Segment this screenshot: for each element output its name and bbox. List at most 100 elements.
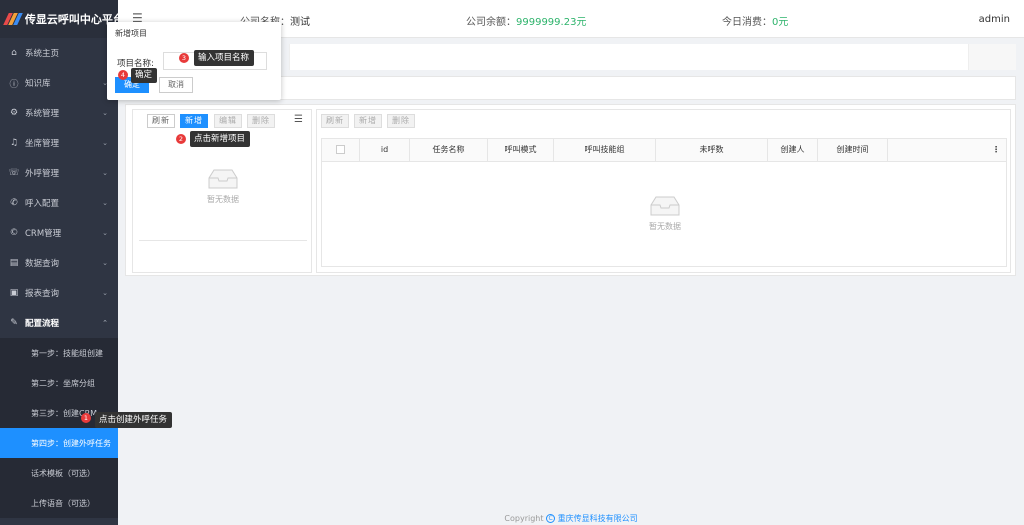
spend-label: 今日消费：	[722, 17, 772, 28]
column-menu-icon[interactable]: ⋮	[888, 139, 1006, 161]
sidebar-subitem-script-template[interactable]: 话术模板（可选）	[0, 458, 118, 488]
sidebar-item-label: CRM管理	[25, 229, 62, 239]
sidebar-item-outbound[interactable]: ☏ 外呼管理 ⌄	[0, 158, 118, 188]
company-name-value: 测试	[290, 17, 310, 28]
list-indent-icon[interactable]: ☰	[294, 114, 303, 125]
task-table-body: 暂无数据	[321, 161, 1007, 267]
chevron-down-icon: ⌄	[102, 139, 108, 147]
spend-value: 0元	[772, 17, 789, 28]
chevron-down-icon: ⌄	[102, 199, 108, 207]
sidebar-item-label: 坐席管理	[25, 139, 60, 149]
sidebar-item-label: 外呼管理	[25, 169, 60, 179]
company-balance: 公司余额：9999999.23元	[466, 13, 586, 28]
column-header[interactable]: 任务名称	[410, 139, 488, 161]
task-empty: 暂无数据	[635, 195, 695, 232]
sidebar-subitem-step4[interactable]: 第四步：创建外呼任务	[0, 428, 118, 458]
phone-out-icon: ☏	[8, 168, 20, 178]
sidebar-subitem-step1[interactable]: 第一步：技能组创建	[0, 338, 118, 368]
task-add-button[interactable]: 新增	[354, 114, 382, 128]
balance-label: 公司余额：	[466, 17, 516, 28]
sidebar-subitem-step2[interactable]: 第二步：坐席分组	[0, 368, 118, 398]
step-badge-1: 1	[81, 413, 91, 423]
project-empty: 暂无数据	[193, 168, 253, 205]
gear-icon: ⚙	[9, 108, 19, 118]
report-icon: ▣	[9, 288, 19, 298]
footer: Copyright C 重庆传显科技有限公司	[118, 513, 1024, 524]
callout-step-1: 点击创建外呼任务	[95, 412, 173, 428]
sidebar-item-home[interactable]: ⌂ 系统主页	[0, 38, 118, 68]
step-badge-4: 4	[118, 70, 128, 80]
home-icon: ⌂	[11, 48, 17, 58]
task-delete-button[interactable]: 删除	[387, 114, 415, 128]
project-delete-button[interactable]: 删除	[247, 114, 275, 128]
today-spend: 今日消费：0元	[722, 13, 788, 28]
panel-divider	[139, 240, 307, 241]
config-flow-submenu: 第一步：技能组创建 第二步：坐席分组 第三步：创建CRM 第四步：创建外呼任务 …	[0, 338, 118, 518]
sidebar-item-label: 系统管理	[25, 109, 60, 119]
sidebar-item-system[interactable]: ⚙ 系统管理 ⌄	[0, 98, 118, 128]
task-table-header: id 任务名称 呼叫模式 呼叫技能组 未呼数 创建人 创建时间 ⋮	[321, 138, 1007, 162]
footer-company-link[interactable]: 重庆传显科技有限公司	[558, 514, 638, 523]
logo-icon	[3, 13, 23, 25]
column-header[interactable]: 呼叫模式	[488, 139, 554, 161]
copyright-icon: C	[546, 514, 556, 523]
popup-title: 新增项目	[115, 29, 147, 38]
sidebar: 传显云呼叫中心平台 ⌂ 系统主页 ⓘ 知识库 ⌄ ⚙ 系统管理 ⌄ ♫ 坐席管理…	[0, 0, 118, 525]
copyright-text: Copyright	[504, 514, 544, 523]
project-empty-text: 暂无数据	[207, 195, 239, 204]
sidebar-item-data-query[interactable]: ▤ 数据查询 ⌄	[0, 248, 118, 278]
callout-step-3: 输入项目名称	[194, 50, 255, 66]
sidebar-item-label: 系统主页	[25, 49, 60, 59]
empty-inbox-icon	[649, 195, 681, 216]
headset-icon: ♫	[9, 138, 19, 148]
sidebar-item-report[interactable]: ▣ 报表查询 ⌄	[0, 278, 118, 308]
chevron-down-icon: ⌄	[102, 109, 108, 117]
chevron-down-icon: ⌄	[102, 259, 108, 267]
column-header[interactable]: 呼叫技能组	[554, 139, 656, 161]
task-panel: 刷新 新增 删除 id 任务名称 呼叫模式 呼叫技能组 未呼数 创建人 创建时间…	[316, 109, 1011, 273]
popup-cancel-button[interactable]: 取消	[159, 77, 193, 93]
sidebar-item-knowledge[interactable]: ⓘ 知识库 ⌄	[0, 68, 118, 98]
sidebar-item-inbound[interactable]: ✆ 呼入配置 ⌄	[0, 188, 118, 218]
project-edit-button[interactable]: 编辑	[214, 114, 242, 128]
chevron-up-icon: ⌃	[102, 319, 108, 327]
sidebar-item-label: 呼入配置	[25, 199, 60, 209]
sidebar-item-label: 数据查询	[25, 259, 60, 269]
empty-inbox-icon	[207, 168, 239, 189]
sidebar-item-label: 报表查询	[25, 289, 60, 299]
sidebar-item-label: 知识库	[25, 79, 51, 89]
select-all-cell	[322, 139, 360, 161]
wrench-icon: ✎	[10, 318, 18, 328]
tabs-scroll-right[interactable]	[968, 44, 1016, 70]
crm-icon: ©	[9, 228, 19, 238]
project-refresh-button[interactable]: 刷新	[147, 114, 175, 128]
column-header[interactable]: 创建时间	[818, 139, 888, 161]
chevron-down-icon: ⌄	[102, 169, 108, 177]
chevron-down-icon: ⌄	[102, 229, 108, 237]
step-badge-3: 3	[179, 53, 189, 63]
user-menu[interactable]: admin	[979, 14, 1010, 25]
sidebar-item-config-flow[interactable]: ✎ 配置流程 ⌃	[0, 308, 118, 338]
task-refresh-button[interactable]: 刷新	[321, 114, 349, 128]
sidebar-item-agents[interactable]: ♫ 坐席管理 ⌄	[0, 128, 118, 158]
step-badge-2: 2	[176, 134, 186, 144]
list-icon: ▤	[9, 258, 19, 268]
help-circle-icon: ⓘ	[9, 79, 19, 90]
column-header[interactable]: 未呼数	[656, 139, 768, 161]
column-header[interactable]: id	[360, 139, 410, 161]
task-empty-text: 暂无数据	[649, 222, 681, 231]
phone-in-icon: ✆	[10, 198, 18, 208]
sidebar-item-label: 配置流程	[25, 319, 60, 329]
brand: 传显云呼叫中心平台	[0, 0, 118, 38]
callout-step-2: 点击新增项目	[190, 131, 251, 147]
balance-value: 9999999.23元	[516, 17, 587, 28]
select-all-checkbox[interactable]	[336, 145, 345, 154]
main-content: 刷新 新增 编辑 删除 ☰ 暂无数据 刷新 新增 删除 id 任务名称 呼叫模式…	[125, 104, 1016, 276]
brand-title: 传显云呼叫中心平台	[24, 13, 118, 26]
chevron-down-icon: ⌄	[102, 289, 108, 297]
sidebar-item-crm[interactable]: © CRM管理 ⌄	[0, 218, 118, 248]
sidebar-subitem-upload-voice[interactable]: 上传语音（可选）	[0, 488, 118, 518]
callout-step-4: 确定	[131, 68, 158, 83]
column-header[interactable]: 创建人	[768, 139, 818, 161]
project-add-button[interactable]: 新增	[180, 114, 208, 128]
